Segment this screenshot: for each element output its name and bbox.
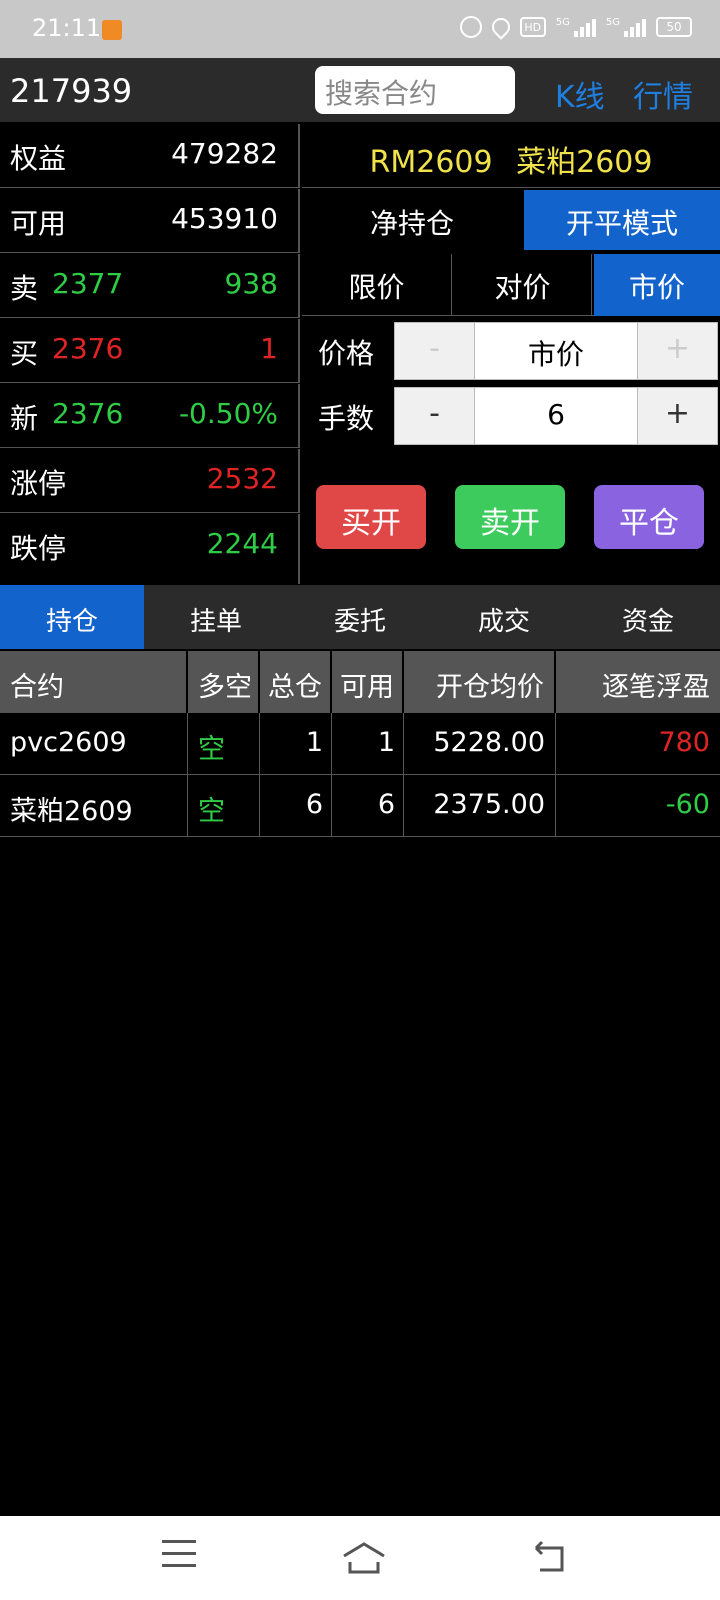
table-header: 合约 多空 总仓 可用 开仓均价 逐笔浮盈: [0, 651, 720, 713]
quantity-stepper: - 6 +: [394, 387, 718, 445]
row-available: 6: [334, 775, 404, 837]
row-total: 1: [262, 713, 332, 775]
row-avg-price: 2375.00: [406, 775, 556, 837]
bid-price[interactable]: 2376: [52, 332, 123, 365]
bottom-tabs: 持仓 挂单 委托 成交 资金: [0, 585, 720, 649]
available-label: 可用: [10, 207, 67, 240]
header-total[interactable]: 总仓: [262, 651, 332, 713]
price-row: 价格 - 市价 +: [302, 319, 720, 381]
limit-up-value: 2532: [206, 462, 278, 495]
price-increase-button[interactable]: +: [637, 323, 717, 379]
header-contract[interactable]: 合约: [0, 651, 188, 713]
price-type-selector: 限价 对价 市价: [302, 254, 720, 316]
contract-name: 菜粕2609: [516, 145, 653, 180]
system-nav-bar: [0, 1516, 720, 1600]
bid-label: 买: [10, 337, 39, 370]
header-available[interactable]: 可用: [334, 651, 404, 713]
current-contract[interactable]: RM2609 菜粕2609: [302, 124, 720, 188]
header-pnl[interactable]: 逐笔浮盈: [558, 651, 720, 713]
header-avg-price[interactable]: 开仓均价: [406, 651, 556, 713]
tab-positions[interactable]: 持仓: [0, 585, 144, 649]
row-pnl: -60: [665, 789, 710, 820]
tab-trades[interactable]: 成交: [432, 585, 576, 649]
close-position-button[interactable]: 平仓: [594, 485, 704, 549]
last-price[interactable]: 2376: [52, 397, 123, 430]
back-icon[interactable]: [530, 1540, 570, 1576]
positions-table: 合约 多空 总仓 可用 开仓均价 逐笔浮盈 pvc2609 空 1 1 5228…: [0, 651, 720, 837]
row-contract: 菜粕2609: [0, 775, 188, 837]
available-value: 453910: [171, 202, 278, 235]
sell-open-button[interactable]: 卖开: [455, 485, 565, 549]
market-price-button[interactable]: 市价: [594, 254, 720, 316]
limit-up-label: 涨停: [10, 467, 67, 500]
limit-down-row: 跌停 2244: [0, 514, 300, 584]
location-icon: [488, 14, 514, 40]
position-mode-selector: 净持仓 开平模式: [302, 190, 720, 252]
row-available: 1: [334, 713, 404, 775]
table-row[interactable]: 菜粕2609 空 6 6 2375.00 -60: [0, 775, 720, 837]
price-stepper: - 市价 +: [394, 322, 718, 380]
kline-link[interactable]: K线: [555, 72, 605, 116]
last-label: 新: [10, 402, 39, 435]
limit-price-button[interactable]: 限价: [302, 254, 452, 316]
limit-up-row: 涨停 2532: [0, 449, 300, 513]
quantity-input[interactable]: 6: [475, 388, 637, 444]
row-avg-price: 5228.00: [406, 713, 556, 775]
price-decrease-button[interactable]: -: [395, 323, 475, 379]
ask-price[interactable]: 2377: [52, 267, 123, 300]
equity-row: 权益 479282: [0, 124, 300, 188]
buy-open-button[interactable]: 买开: [316, 485, 426, 549]
row-pnl: 780: [658, 727, 710, 758]
last-change: -0.50%: [178, 397, 278, 430]
quantity-label: 手数: [318, 402, 375, 435]
quote-link[interactable]: 行情: [633, 72, 693, 116]
price-label: 价格: [318, 337, 375, 370]
signal-5g-icon: 5G: [606, 17, 646, 37]
row-direction: 空: [190, 775, 260, 837]
open-close-mode-button[interactable]: 开平模式: [524, 190, 720, 250]
tab-funds[interactable]: 资金: [576, 585, 720, 649]
menu-icon[interactable]: [162, 1540, 202, 1576]
limit-down-value: 2244: [206, 527, 278, 560]
available-row: 可用 453910: [0, 189, 300, 253]
ask-volume: 938: [224, 267, 278, 300]
row-direction: 空: [190, 713, 260, 775]
tab-orders[interactable]: 委托: [288, 585, 432, 649]
battery-icon: 50: [656, 17, 692, 37]
row-contract: pvc2609: [0, 713, 188, 775]
price-input[interactable]: 市价: [475, 323, 637, 379]
account-number: 217939: [10, 72, 133, 110]
status-icons: HD 5G 5G 50: [459, 14, 692, 40]
hd-icon: HD: [519, 17, 546, 37]
contract-code: RM2609: [369, 145, 493, 180]
tab-pending-orders[interactable]: 挂单: [144, 585, 288, 649]
quantity-decrease-button[interactable]: -: [395, 388, 475, 444]
ask-row[interactable]: 卖 2377 938: [0, 254, 300, 318]
quantity-row: 手数 - 6 +: [302, 384, 720, 446]
search-contract-input[interactable]: 搜索合约: [315, 66, 515, 114]
bid-volume: 1: [260, 332, 278, 365]
limit-down-label: 跌停: [10, 532, 67, 565]
bid-row[interactable]: 买 2376 1: [0, 319, 300, 383]
ask-label: 卖: [10, 272, 39, 305]
app-notification-icon: [102, 20, 122, 40]
quantity-increase-button[interactable]: +: [637, 388, 717, 444]
alarm-icon: [459, 16, 482, 38]
status-bar: 21:11 HD 5G 5G 50: [0, 0, 720, 58]
signal-5g-icon: 5G: [556, 17, 596, 37]
equity-value: 479282: [171, 137, 278, 170]
app-header: 217939 搜索合约 K线 行情: [0, 58, 720, 122]
header-direction[interactable]: 多空: [190, 651, 260, 713]
net-position-button[interactable]: 净持仓: [302, 190, 522, 250]
status-time: 21:11: [32, 14, 102, 42]
equity-label: 权益: [10, 142, 67, 175]
table-row[interactable]: pvc2609 空 1 1 5228.00 780: [0, 713, 720, 775]
row-total: 6: [262, 775, 332, 837]
home-icon[interactable]: [340, 1540, 385, 1576]
opponent-price-button[interactable]: 对价: [454, 254, 592, 316]
last-row[interactable]: 新 2376 -0.50%: [0, 384, 300, 448]
